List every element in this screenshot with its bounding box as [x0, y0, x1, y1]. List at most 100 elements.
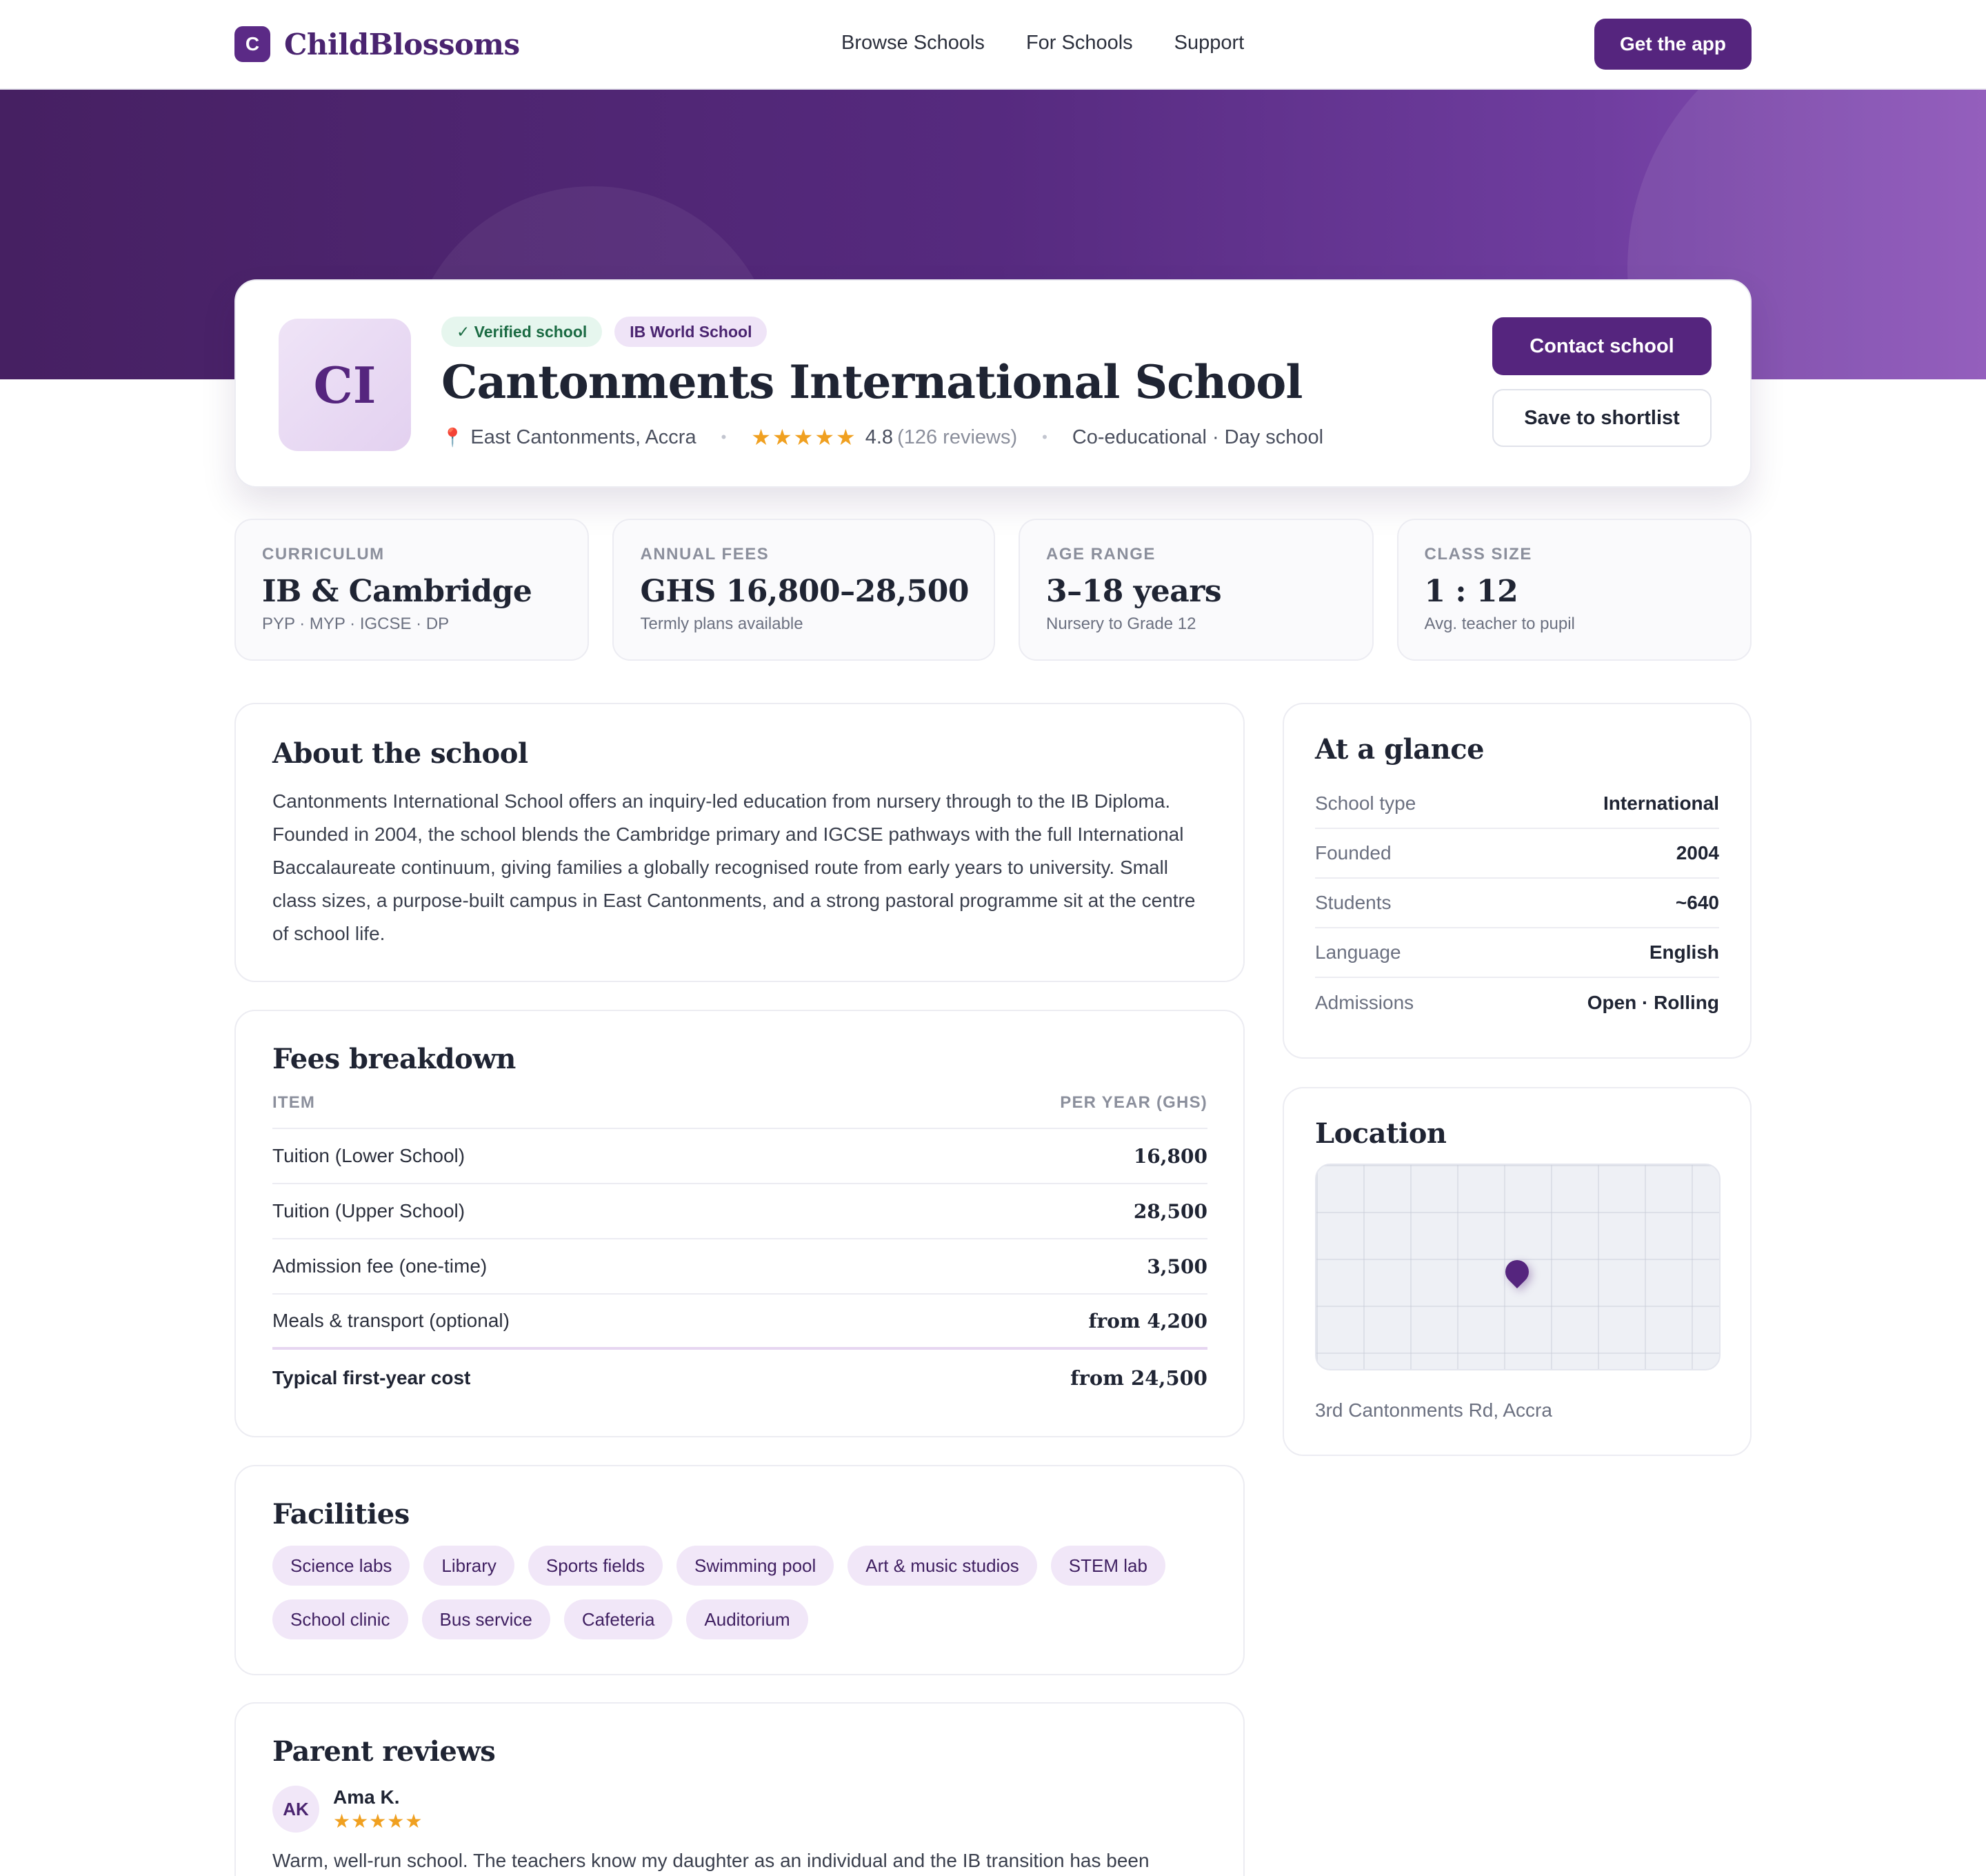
reviews-card: Parent reviews AK Ama K. ★★★★★ Warm, wel… [234, 1702, 1245, 1876]
glance-key: Admissions [1315, 992, 1414, 1013]
facility-chip: Art & music studios [847, 1546, 1037, 1586]
list-item: Language English [1315, 928, 1719, 978]
map-view[interactable] [1315, 1164, 1721, 1370]
facilities-card: Facilities Science labs Library Sports f… [234, 1465, 1245, 1675]
review-text: Warm, well-run school. The teachers know… [272, 1850, 1150, 1871]
list-item: Students ~640 [1315, 879, 1719, 928]
fee-amount: from 4,200 [1088, 1309, 1207, 1333]
table-row: Meals & transport (optional) from 4,200 [272, 1295, 1207, 1350]
fees-total-label: Typical first-year cost [272, 1367, 471, 1388]
facility-chip: Cafeteria [563, 1599, 673, 1639]
reviews-count-link[interactable]: (126 reviews) [897, 426, 1017, 449]
list-item: Founded 2004 [1315, 829, 1719, 879]
stat-sub: Avg. teacher to pupil [1424, 615, 1575, 633]
list-item: Admissions Open · Rolling [1315, 978, 1719, 1028]
facility-chip: Bus service [421, 1599, 550, 1639]
stat-card-curriculum: CURRICULUM IB & Cambridge PYP · MYP · IG… [234, 519, 590, 661]
facility-chip: STEM lab [1050, 1546, 1165, 1586]
save-to-shortlist-button[interactable]: Save to shortlist [1492, 389, 1712, 447]
stat-value: 1 : 12 [1424, 574, 1518, 609]
fees-table-header: ITEM PER YEAR (GHS) [272, 1088, 1207, 1129]
fee-amount: 3,500 [1147, 1255, 1207, 1278]
map-pin-icon[interactable] [1500, 1255, 1534, 1289]
stat-value: 3–18 years [1046, 574, 1222, 609]
stat-card-annual-fees: ANNUAL FEES GHS 16,800–28,500 Termly pla… [612, 519, 996, 661]
nav-link-support[interactable]: Support [1174, 32, 1245, 54]
stat-label: CLASS SIZE [1424, 545, 1532, 563]
reviews-title: Parent reviews [272, 1735, 496, 1768]
facility-chip: School clinic [272, 1599, 408, 1639]
about-text: Cantonments International School offers … [272, 790, 1196, 944]
stat-value: IB & Cambridge [262, 574, 532, 609]
at-a-glance-card: At a glance School type International Fo… [1283, 703, 1752, 1059]
fees-col-amount: PER YEAR (GHS) [1060, 1093, 1207, 1112]
brand-mark-icon: C [234, 26, 270, 62]
stat-label: ANNUAL FEES [640, 545, 770, 563]
review-stars-icon: ★★★★★ [333, 1810, 423, 1832]
table-row: Admission fee (one-time) 3,500 [272, 1239, 1207, 1295]
school-logo: CI [279, 319, 411, 451]
fees-col-item: ITEM [272, 1093, 316, 1112]
about-title: About the school [272, 737, 528, 770]
glance-value: 2004 [1676, 842, 1719, 864]
fee-item: Admission fee (one-time) [272, 1255, 488, 1277]
facility-chip: Swimming pool [676, 1546, 834, 1586]
nav-links: Browse Schools For Schools Support [841, 32, 1244, 54]
location-card: Location 3rd Cantonments Rd, Accra [1283, 1087, 1752, 1456]
about-card: About the school Cantonments Internation… [234, 703, 1245, 982]
glance-value: ~640 [1675, 892, 1719, 913]
fee-item: Meals & transport (optional) [272, 1310, 510, 1331]
glance-key: Language [1315, 941, 1401, 963]
fee-amount: 16,800 [1133, 1144, 1207, 1168]
review-header: AK Ama K. ★★★★★ [272, 1786, 1207, 1833]
meta-separator: • [721, 428, 727, 446]
rating-value: 4.8 [865, 426, 894, 448]
location-pin-icon: 📍 [441, 426, 464, 448]
school-header-card: CI ✓ Verified school IB World School Can… [234, 279, 1752, 488]
stat-label: CURRICULUM [262, 545, 385, 563]
list-item: School type International [1315, 779, 1719, 829]
stat-card-age-range: AGE RANGE 3–18 years Nursery to Grade 12 [1019, 519, 1374, 661]
stat-sub: PYP · MYP · IGCSE · DP [262, 615, 450, 633]
nav-link-for-schools[interactable]: For Schools [1026, 32, 1133, 54]
top-nav: C ChildBlossoms Browse Schools For Schoo… [0, 0, 1986, 90]
school-badges: ✓ Verified school IB World School [441, 317, 768, 347]
facility-chip: Sports fields [528, 1546, 663, 1586]
contact-school-button[interactable]: Contact school [1492, 317, 1712, 375]
glance-key: Students [1315, 892, 1392, 913]
glance-key: School type [1315, 792, 1416, 814]
glance-list: School type International Founded 2004 S… [1315, 779, 1719, 1028]
get-app-button[interactable]: Get the app [1594, 19, 1752, 70]
reviewer: Ama K. ★★★★★ [333, 1786, 423, 1833]
stat-cards: CURRICULUM IB & Cambridge PYP · MYP · IG… [234, 519, 1752, 661]
stat-card-class-size: CLASS SIZE 1 : 12 Avg. teacher to pupil [1396, 519, 1752, 661]
fee-amount: 28,500 [1133, 1199, 1207, 1223]
glance-value: English [1649, 941, 1719, 963]
location-title: Location [1315, 1117, 1447, 1150]
avatar: AK [272, 1786, 319, 1833]
rating-stars-icon: ★★★★★ [751, 425, 857, 450]
facilities-title: Facilities [272, 1498, 410, 1530]
reviewer-name: Ama K. [333, 1786, 400, 1808]
stat-sub: Termly plans available [640, 615, 803, 633]
school-location: East Cantonments, Accra [470, 426, 696, 448]
glance-key: Founded [1315, 842, 1392, 864]
verified-badge: ✓ Verified school [441, 317, 603, 347]
page-title: Cantonments International School [441, 355, 1303, 409]
nav-link-browse-schools[interactable]: Browse Schools [841, 32, 985, 54]
stat-sub: Nursery to Grade 12 [1046, 615, 1196, 633]
table-row: Tuition (Upper School) 28,500 [272, 1184, 1207, 1239]
glance-value: International [1603, 792, 1719, 814]
fees-total-amount: from 24,500 [1070, 1366, 1207, 1390]
school-address: 3rd Cantonments Rd, Accra [1315, 1399, 1552, 1421]
fee-item: Tuition (Upper School) [272, 1200, 465, 1221]
stat-label: AGE RANGE [1046, 545, 1156, 563]
facility-chip: Auditorium [686, 1599, 808, 1639]
glance-value: Open · Rolling [1587, 992, 1719, 1013]
brand-logo[interactable]: C ChildBlossoms [234, 26, 520, 62]
fees-title: Fees breakdown [272, 1043, 516, 1075]
school-meta: 📍 East Cantonments, Accra • ★★★★★ 4.8 (1… [441, 424, 1323, 450]
school-type: Co-educational · Day school [1072, 426, 1324, 448]
fees-total-row: Typical first-year cost from 24,500 [272, 1350, 1207, 1406]
facility-chip: Science labs [272, 1546, 410, 1586]
